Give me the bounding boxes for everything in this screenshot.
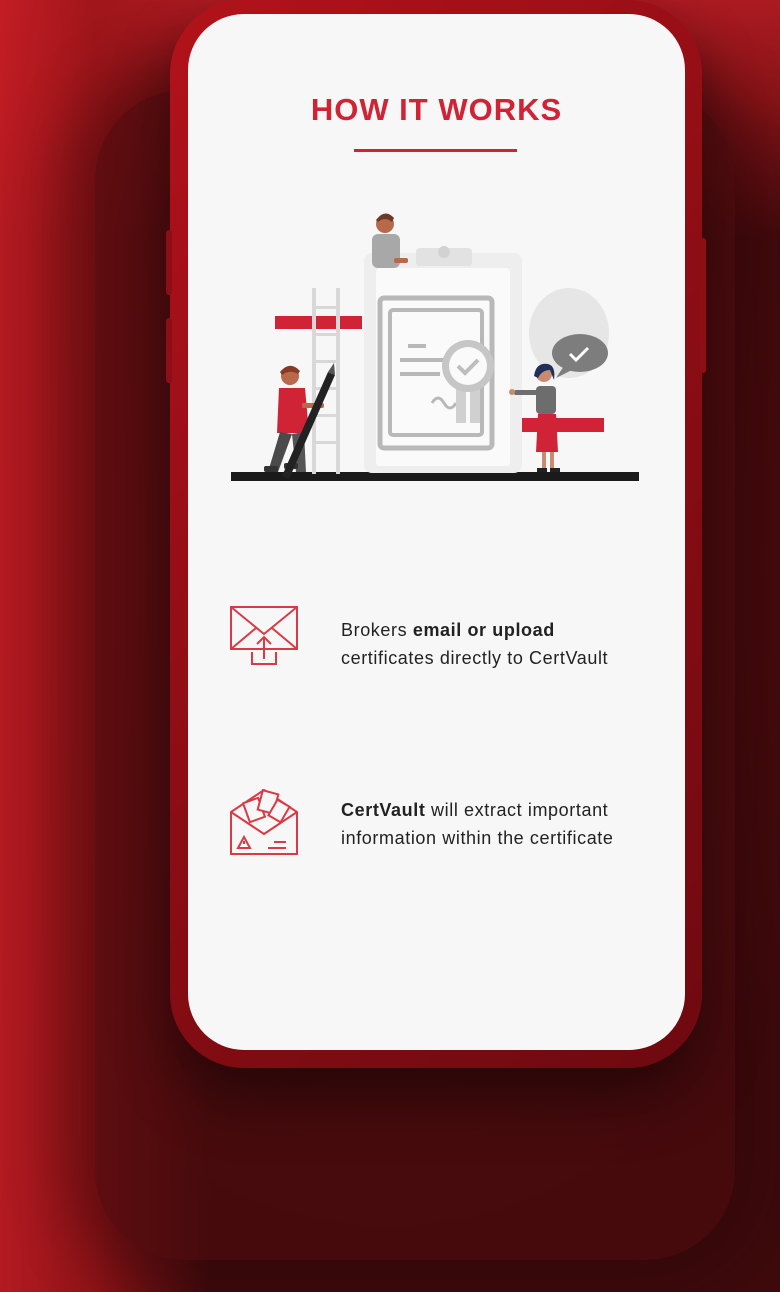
phone-volume-down-button (166, 318, 172, 383)
envelope-documents-warning-icon (230, 788, 298, 855)
step-1-text-pre: Brokers (341, 620, 413, 640)
phone-screen: HOW IT WORKS Brokers email or upload cer… (188, 14, 685, 1050)
title-underline (354, 149, 517, 152)
page-title: HOW IT WORKS (310, 92, 563, 127)
step-2-text-bold: CertVault (341, 800, 426, 820)
certificate-illustration (231, 213, 639, 481)
email-upload-icon (230, 606, 298, 665)
phone-power-button (700, 238, 706, 373)
step-1-text-bold: email or upload (412, 620, 555, 640)
step-1-text: Brokers email or upload certificates dire… (341, 616, 651, 672)
step-1-text-post: certificates directly to CertVault (341, 648, 609, 668)
phone-volume-up-button (166, 230, 172, 295)
step-2-text: CertVault will extract important informa… (341, 796, 651, 852)
